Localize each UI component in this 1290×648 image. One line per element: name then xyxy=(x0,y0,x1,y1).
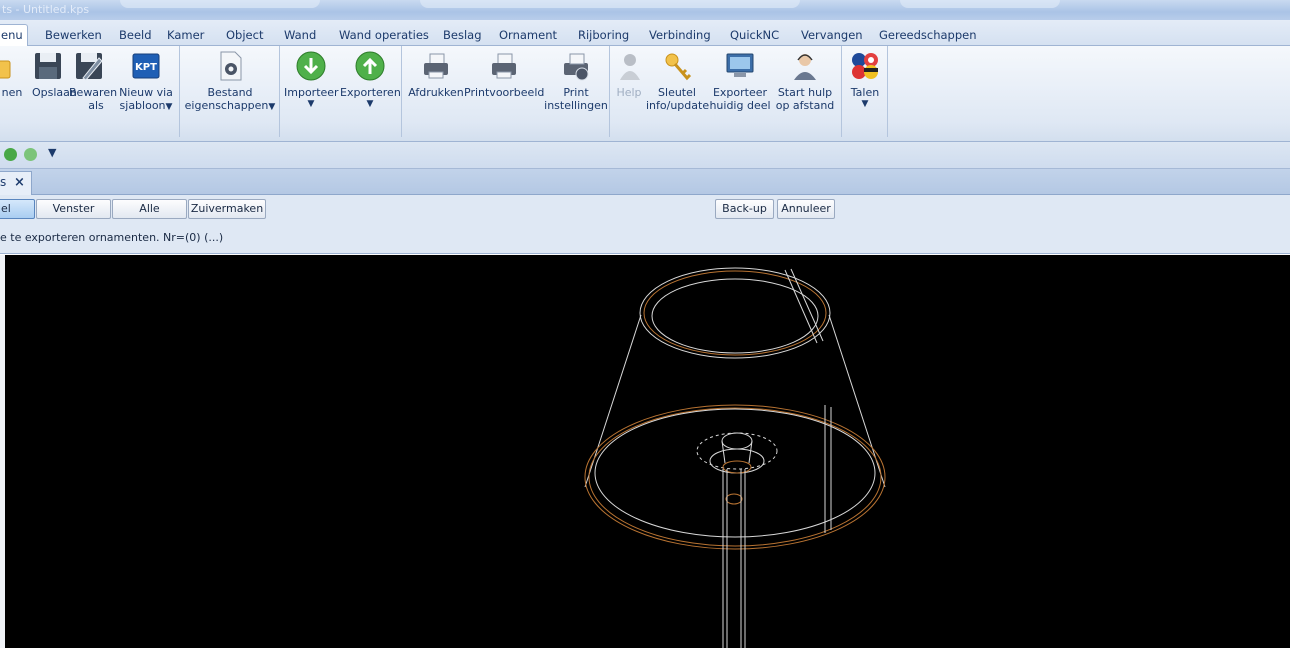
help-button[interactable]: Help xyxy=(614,50,644,99)
tab-menu[interactable]: enu xyxy=(0,24,28,47)
remote-help-button[interactable]: Start hulp op afstand xyxy=(772,50,838,112)
redo-icon[interactable] xyxy=(24,148,37,161)
export-button[interactable]: Exporteren ▼ xyxy=(340,50,401,110)
tab-beeld[interactable]: Beeld xyxy=(119,27,152,46)
tab-bewerken[interactable]: Bewerken xyxy=(45,27,102,46)
svg-text:KPT: KPT xyxy=(135,62,157,73)
ribbon: nen Opslaan Bewaren als KPT Nieuw via sj… xyxy=(0,46,1290,142)
shade-top-rim-inner xyxy=(643,270,827,356)
tab-object[interactable]: Object xyxy=(226,27,263,46)
venster-button[interactable]: Venster xyxy=(36,199,111,219)
quick-access-toolbar: ▼ xyxy=(0,142,1290,169)
new-from-template-button[interactable]: KPT Nieuw via sjabloon▼ xyxy=(118,50,174,114)
document-tab[interactable]: s × xyxy=(0,171,32,195)
tab-ornament[interactable]: Ornament xyxy=(499,27,557,46)
export-arrow-icon xyxy=(355,51,385,81)
folder-icon xyxy=(0,60,11,79)
monitor-export-icon xyxy=(726,53,754,77)
print-settings-button[interactable]: Print instellingen xyxy=(544,50,608,112)
shade-top-rim-lip xyxy=(651,278,819,354)
key-icon xyxy=(665,53,692,81)
menu-bar: enu Bewerken Beeld Kamer Object Wand Wan… xyxy=(0,20,1290,47)
command-strip: el Venster Alle Zuivermaken Back-up Annu… xyxy=(0,195,1290,254)
title-bar: ts - Untitled.kps xyxy=(0,0,1290,20)
import-button[interactable]: Importeer ▼ xyxy=(284,50,339,110)
ribbon-group-properties: Bestand eigenschappen▼ xyxy=(180,46,280,137)
tab-wand-operaties[interactable]: Wand operaties xyxy=(339,27,429,46)
lamp-wireframe xyxy=(584,267,886,648)
printer-settings-icon xyxy=(564,53,589,81)
zuivermaken-button[interactable]: Zuivermaken xyxy=(188,199,266,219)
shade-top-rim-outer xyxy=(639,267,831,359)
ribbon-group-print: Afdrukken Printvoorbeeld Print instellin… xyxy=(402,46,610,137)
deel-button[interactable]: el xyxy=(0,199,35,219)
tab-rijboring[interactable]: Rijboring xyxy=(578,27,629,46)
ribbon-group-file: nen Opslaan Bewaren als KPT Nieuw via sj… xyxy=(0,46,180,137)
ribbon-group-languages: Talen ▼ xyxy=(842,46,888,137)
open-button[interactable]: nen xyxy=(0,50,28,99)
tab-wand[interactable]: Wand xyxy=(284,27,316,46)
printer-icon xyxy=(424,53,448,79)
tab-gereedschappen[interactable]: Gereedschappen xyxy=(879,27,977,46)
help-person-icon xyxy=(620,54,640,80)
save-button[interactable]: Opslaan xyxy=(32,50,77,99)
key-info-button[interactable]: Sleutel info/update xyxy=(646,50,709,112)
undo-icon[interactable] xyxy=(4,148,17,161)
customize-qat-icon[interactable]: ▼ xyxy=(48,146,56,159)
print-button[interactable]: Afdrukken xyxy=(408,50,464,99)
status-text: e te exporteren ornamenten. Nr=(0) (...) xyxy=(0,231,224,244)
document-gear-icon xyxy=(220,51,242,81)
export-current-part-button[interactable]: Exporteer huidig deel xyxy=(708,50,772,112)
shade-seam-b xyxy=(790,268,824,342)
fitting-ring-dashed xyxy=(696,432,778,470)
tab-quicknc[interactable]: QuickNC xyxy=(730,27,779,46)
shade-bottom-rim-outer xyxy=(584,404,886,550)
save-as-icon xyxy=(76,53,103,81)
ribbon-group-help: Help Sleutel info/update Exporteer huidi… xyxy=(610,46,842,137)
printer-preview-icon xyxy=(492,53,516,79)
import-arrow-icon xyxy=(296,51,326,81)
ribbon-group-import-export: Importeer ▼ Exporteren ▼ xyxy=(280,46,402,137)
kpt-template-icon: KPT xyxy=(132,53,160,79)
close-tab-icon[interactable]: × xyxy=(14,175,25,190)
flags-icon xyxy=(852,53,878,79)
floppy-disk-icon xyxy=(35,53,61,79)
languages-button[interactable]: Talen ▼ xyxy=(846,50,884,110)
window-title: ts - Untitled.kps xyxy=(2,3,90,16)
3d-viewport[interactable] xyxy=(5,255,1290,648)
backup-button[interactable]: Back-up xyxy=(715,199,774,219)
tab-vervangen[interactable]: Vervangen xyxy=(801,27,863,46)
stem-ring xyxy=(725,493,743,505)
tab-verbinding[interactable]: Verbinding xyxy=(649,27,711,46)
print-preview-button[interactable]: Printvoorbeeld xyxy=(464,50,544,99)
tab-kamer[interactable]: Kamer xyxy=(167,27,204,46)
shade-bottom-rim-inner xyxy=(588,407,882,547)
annuleer-button[interactable]: Annuleer xyxy=(777,199,835,219)
save-as-button[interactable]: Bewaren als xyxy=(69,50,117,112)
document-tab-strip: s × xyxy=(0,169,1290,195)
support-agent-icon xyxy=(794,54,816,80)
socket-top xyxy=(721,432,753,450)
alle-button[interactable]: Alle xyxy=(112,199,187,219)
file-properties-button[interactable]: Bestand eigenschappen▼ xyxy=(182,50,278,114)
tab-beslag[interactable]: Beslag xyxy=(443,27,482,46)
